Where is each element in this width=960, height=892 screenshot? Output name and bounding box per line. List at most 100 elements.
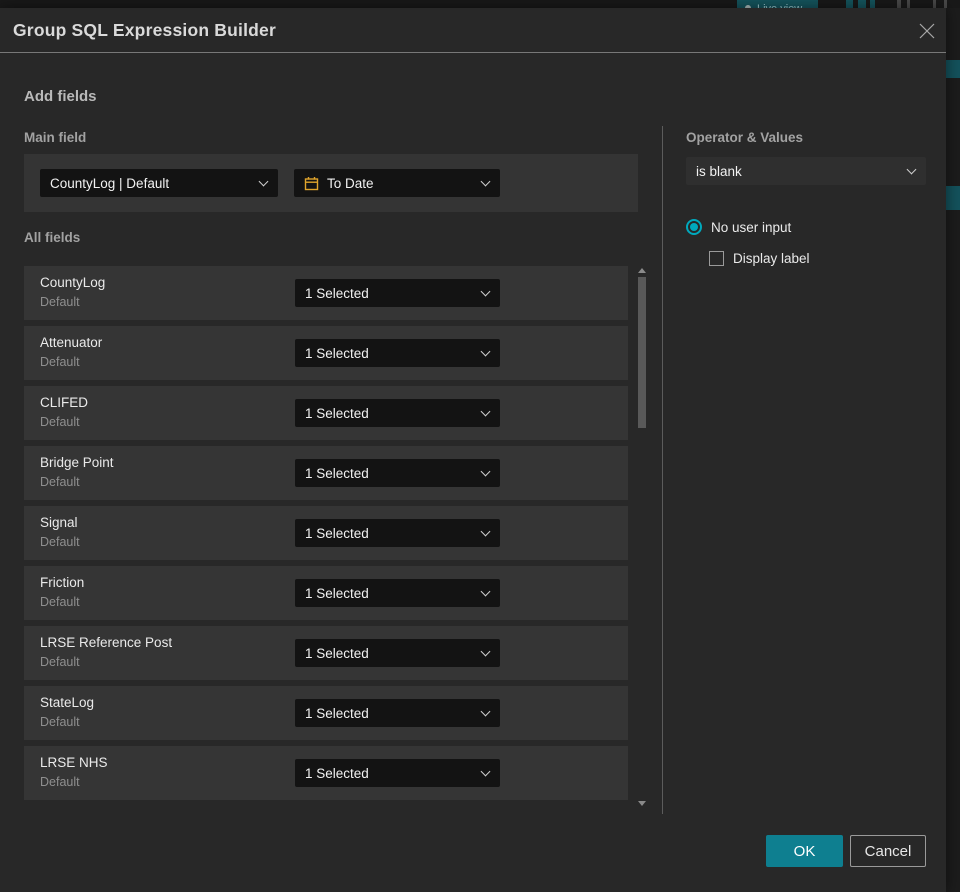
close-icon[interactable] [916, 20, 938, 42]
background-fragment [897, 0, 901, 8]
field-row-selection-value: 1 Selected [305, 345, 369, 361]
live-view-button[interactable]: Live view [737, 0, 818, 8]
column-divider [662, 126, 663, 814]
background-fragment [933, 0, 936, 8]
field-row-selection-value: 1 Selected [305, 765, 369, 781]
main-field-label: Main field [24, 130, 87, 145]
field-row-name: Signal [40, 515, 78, 530]
display-label-text: Display label [733, 251, 810, 266]
chevron-down-icon [480, 406, 491, 417]
radio-selected-icon [686, 219, 702, 235]
chevron-down-icon [480, 286, 491, 297]
operator-dropdown[interactable]: is blank [686, 157, 926, 185]
field-row-selection-value: 1 Selected [305, 285, 369, 301]
operator-dropdown-value: is blank [696, 163, 742, 179]
field-row-selection-dropdown[interactable]: 1 Selected [295, 519, 500, 547]
field-row: LRSE Reference Post Default 1 Selected [24, 626, 628, 680]
add-fields-heading: Add fields [24, 88, 97, 105]
field-row: CountyLog Default 1 Selected [24, 266, 628, 320]
background-fragment [846, 0, 853, 8]
field-row-selection-value: 1 Selected [305, 645, 369, 661]
field-row-selection-dropdown[interactable]: 1 Selected [295, 279, 500, 307]
field-row-selection-dropdown[interactable]: 1 Selected [295, 579, 500, 607]
field-row-name: LRSE NHS [40, 755, 108, 770]
chevron-down-icon [480, 586, 491, 597]
main-field-dropdown[interactable]: CountyLog | Default [40, 169, 278, 197]
dialog-title: Group SQL Expression Builder [13, 20, 276, 40]
all-fields-list: CountyLog Default 1 Selected Attenuator … [24, 266, 628, 806]
field-row-name: Attenuator [40, 335, 103, 350]
chevron-down-icon [480, 526, 491, 537]
background-app-right-strip [946, 8, 960, 892]
field-row-selection-value: 1 Selected [305, 705, 369, 721]
display-label-checkbox[interactable]: Display label [709, 251, 810, 266]
chevron-down-icon [480, 646, 491, 657]
chevron-down-icon [906, 164, 917, 175]
field-row-selection-value: 1 Selected [305, 465, 369, 481]
field-row-subtitle: Default [40, 595, 80, 609]
field-row-subtitle: Default [40, 475, 80, 489]
background-fragment [870, 0, 875, 8]
field-row-selection-dropdown[interactable]: 1 Selected [295, 699, 500, 727]
background-fragment [907, 0, 910, 8]
field-row-selection-dropdown[interactable]: 1 Selected [295, 759, 500, 787]
field-row-selection-value: 1 Selected [305, 405, 369, 421]
field-row-subtitle: Default [40, 415, 80, 429]
field-row-subtitle: Default [40, 715, 80, 729]
field-row-name: Bridge Point [40, 455, 114, 470]
field-row-selection-value: 1 Selected [305, 525, 369, 541]
group-sql-expression-builder-dialog: Group SQL Expression Builder Add fields … [0, 8, 946, 892]
no-user-input-radio[interactable]: No user input [686, 219, 791, 235]
chevron-down-icon [480, 346, 491, 357]
chevron-down-icon [258, 176, 269, 187]
ok-button[interactable]: OK [766, 835, 843, 867]
scrollbar-thumb[interactable] [638, 277, 646, 428]
background-fragment [944, 0, 947, 8]
chevron-down-icon [480, 706, 491, 717]
chevron-down-icon [480, 766, 491, 777]
main-field-type-value: To Date [327, 175, 374, 191]
field-row-name: Friction [40, 575, 85, 590]
screen: Live view Group SQL Expression Builder A… [0, 0, 960, 892]
main-field-dropdown-value: CountyLog | Default [50, 175, 170, 191]
field-row-subtitle: Default [40, 655, 80, 669]
background-fragment [946, 60, 960, 78]
checkbox-unchecked-icon [709, 251, 724, 266]
field-row-name: CLIFED [40, 395, 89, 410]
all-fields-label: All fields [24, 230, 81, 245]
field-row-selection-dropdown[interactable]: 1 Selected [295, 639, 500, 667]
scroll-down-arrow-icon[interactable] [638, 801, 646, 806]
field-row-selection-dropdown[interactable]: 1 Selected [295, 459, 500, 487]
field-row-name: LRSE Reference Post [40, 635, 173, 650]
background-fragment [858, 0, 866, 8]
no-user-input-label: No user input [711, 219, 792, 235]
main-field-panel: CountyLog | Default To Date [24, 154, 638, 212]
calendar-icon [304, 176, 319, 191]
title-divider [0, 52, 946, 53]
field-row: Attenuator Default 1 Selected [24, 326, 628, 380]
main-field-type-dropdown[interactable]: To Date [294, 169, 500, 197]
field-row: Friction Default 1 Selected [24, 566, 628, 620]
chevron-down-icon [480, 466, 491, 477]
field-row-selection-value: 1 Selected [305, 585, 369, 601]
field-row-name: StateLog [40, 695, 95, 710]
all-fields-scrollbar[interactable] [634, 260, 650, 808]
background-fragment [946, 186, 960, 210]
field-row: CLIFED Default 1 Selected [24, 386, 628, 440]
field-row: Bridge Point Default 1 Selected [24, 446, 628, 500]
field-row-selection-dropdown[interactable]: 1 Selected [295, 399, 500, 427]
field-row: Signal Default 1 Selected [24, 506, 628, 560]
scroll-up-arrow-icon[interactable] [638, 268, 646, 273]
field-row-name: CountyLog [40, 275, 106, 290]
field-row-subtitle: Default [40, 295, 80, 309]
chevron-down-icon [480, 176, 491, 187]
field-row: LRSE NHS Default 1 Selected [24, 746, 628, 800]
background-app-top-strip: Live view [0, 0, 960, 8]
cancel-button[interactable]: Cancel [850, 835, 926, 867]
field-row-subtitle: Default [40, 775, 80, 789]
field-row: StateLog Default 1 Selected [24, 686, 628, 740]
field-row-subtitle: Default [40, 535, 80, 549]
field-row-selection-dropdown[interactable]: 1 Selected [295, 339, 500, 367]
operator-values-heading: Operator & Values [686, 130, 804, 145]
field-row-subtitle: Default [40, 355, 80, 369]
